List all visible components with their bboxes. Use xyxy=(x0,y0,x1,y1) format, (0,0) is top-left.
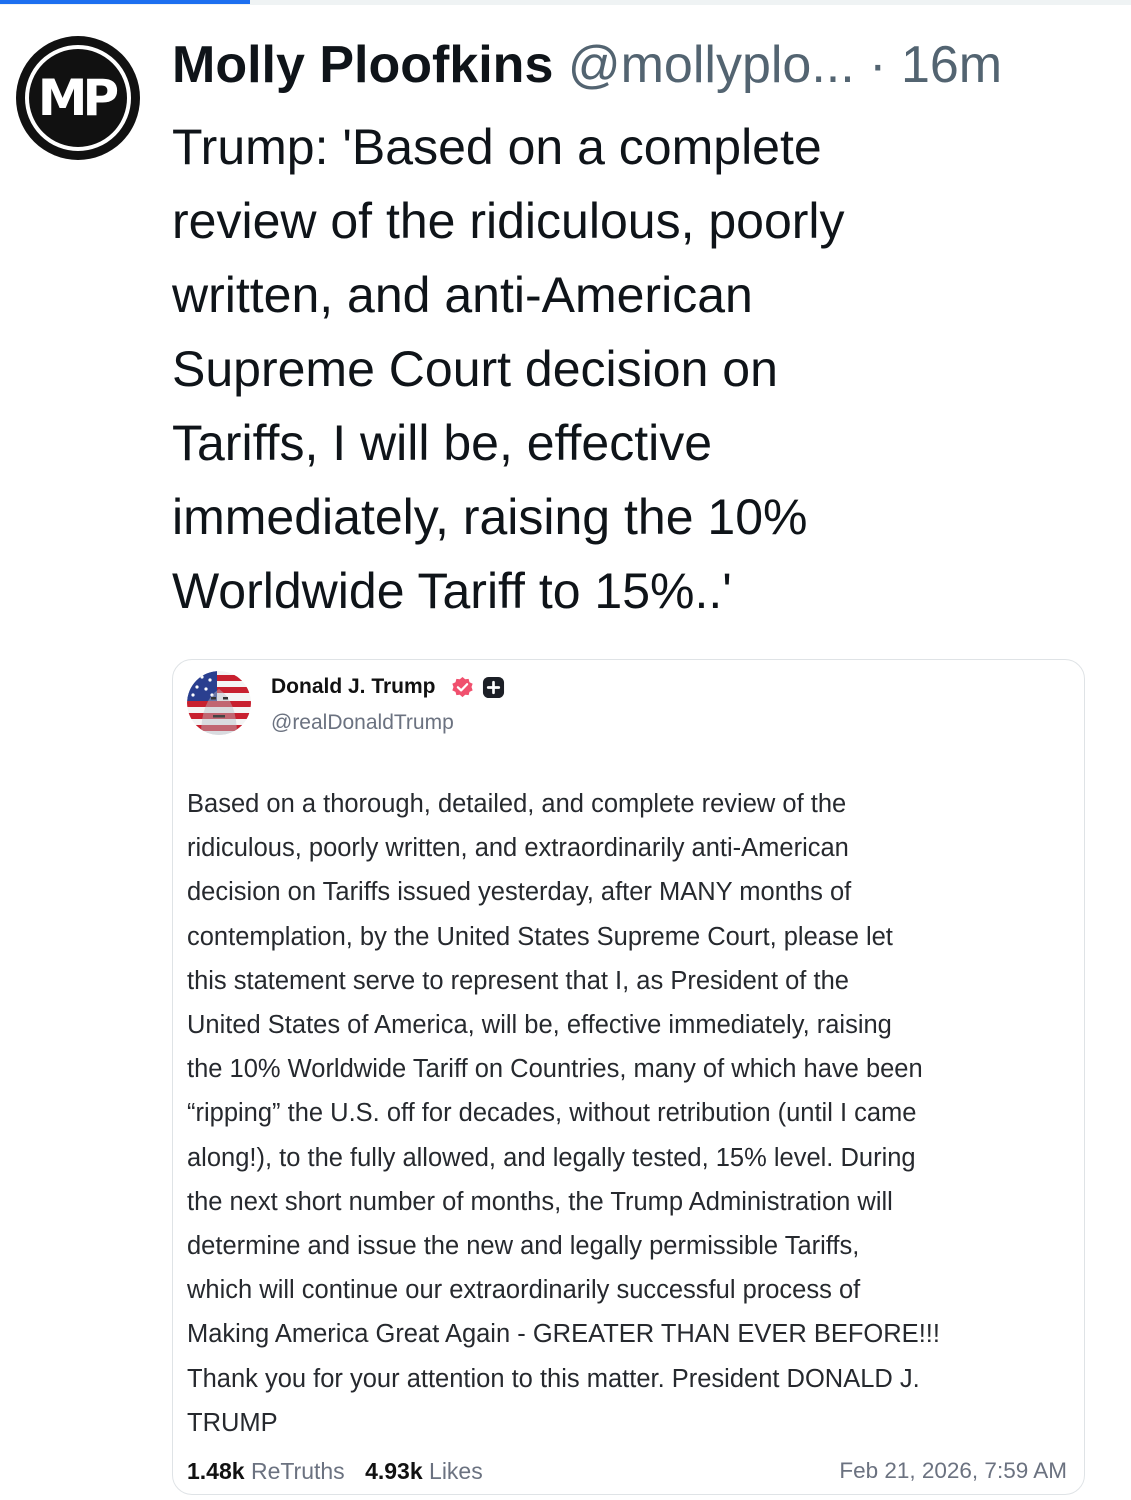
embed-text-line: determine and issue the new and legally … xyxy=(187,1232,860,1261)
top-divider xyxy=(0,0,1131,5)
post-timestamp[interactable]: 16m xyxy=(901,36,1002,94)
embed-text-line: contemplation, by the United States Supr… xyxy=(187,922,893,951)
author-name[interactable]: Molly Ploofkins xyxy=(172,36,553,94)
post-text-line: Tariffs, I will be, effective xyxy=(172,415,713,471)
retruths-label: ReTruths xyxy=(250,1458,345,1484)
embed-text-line: the 10% Worldwide Tariff on Countries, m… xyxy=(187,1055,923,1084)
embed-text-line: Based on a thorough, detailed, and compl… xyxy=(187,790,847,818)
retruths-count: 1.48k xyxy=(187,1458,245,1484)
embed-footer: 1.48k ReTruths 4.93k Likes Feb 21, 2026,… xyxy=(187,1456,1067,1486)
post-text-line: immediately, raising the 10% xyxy=(172,489,808,545)
verified-badge-icon xyxy=(452,676,473,698)
embed-text-line: Making America Great Again - GREATER THA… xyxy=(187,1320,940,1349)
avatar-ring: MP xyxy=(25,45,131,151)
flag-face-avatar-image xyxy=(187,671,251,735)
embedded-post-image[interactable]: Donald J. Trump @realDonaldTrump Based o… xyxy=(172,659,1085,1495)
post-text-line: Supreme Court decision on xyxy=(172,341,778,397)
avatar-initials: MP xyxy=(37,69,119,127)
embed-author-name: Donald J. Trump xyxy=(271,675,436,698)
post-header: Molly Ploofkins @mollyplo... · 16m xyxy=(172,32,1102,100)
embed-text-line: ridiculous, poorly written, and extraord… xyxy=(187,834,849,863)
embed-text-line: Thank you for your attention to this mat… xyxy=(187,1364,920,1393)
embed-text-line: “ripping” the U.S. off for decades, with… xyxy=(187,1099,917,1128)
embed-text-line: TRUMP xyxy=(187,1408,278,1437)
embed-avatar xyxy=(187,671,251,735)
embed-date: Feb 21, 2026, 7:59 AM xyxy=(839,1458,1067,1483)
embed-text-line: which will continue our extraordinarily … xyxy=(187,1276,861,1305)
embed-text-line: the next short number of months, the Tru… xyxy=(187,1187,893,1216)
embed-text-line: United States of America, will be, effec… xyxy=(187,1011,892,1040)
active-tab-indicator xyxy=(0,0,250,4)
likes-count: 4.93k xyxy=(365,1458,423,1484)
post-text: Trump: 'Based on a complete review of th… xyxy=(172,110,1092,628)
embed-post-text: Based on a thorough, detailed, and compl… xyxy=(187,782,1077,1445)
author-handle[interactable]: @mollyplo... xyxy=(568,36,855,94)
post-text-line: Trump: 'Based on a complete xyxy=(172,119,822,175)
post-text-line: Worldwide Tariff to 15%..' xyxy=(172,563,732,619)
embed-author-handle: @realDonaldTrump xyxy=(271,711,454,734)
likes-label: Likes xyxy=(429,1458,483,1484)
separator-dot: · xyxy=(869,36,887,94)
avatar[interactable]: MP xyxy=(16,36,140,160)
embed-text-line: along!), to the fully allowed, and legal… xyxy=(187,1143,916,1172)
post-text-line: written, and anti-American xyxy=(172,267,753,323)
embed-text-line: this statement serve to represent that I… xyxy=(187,966,849,995)
embed-text-line: decision on Tariffs issued yesterday, af… xyxy=(187,878,852,907)
plus-badge-icon xyxy=(482,676,505,699)
post-text-line: review of the ridiculous, poorly xyxy=(172,193,845,249)
